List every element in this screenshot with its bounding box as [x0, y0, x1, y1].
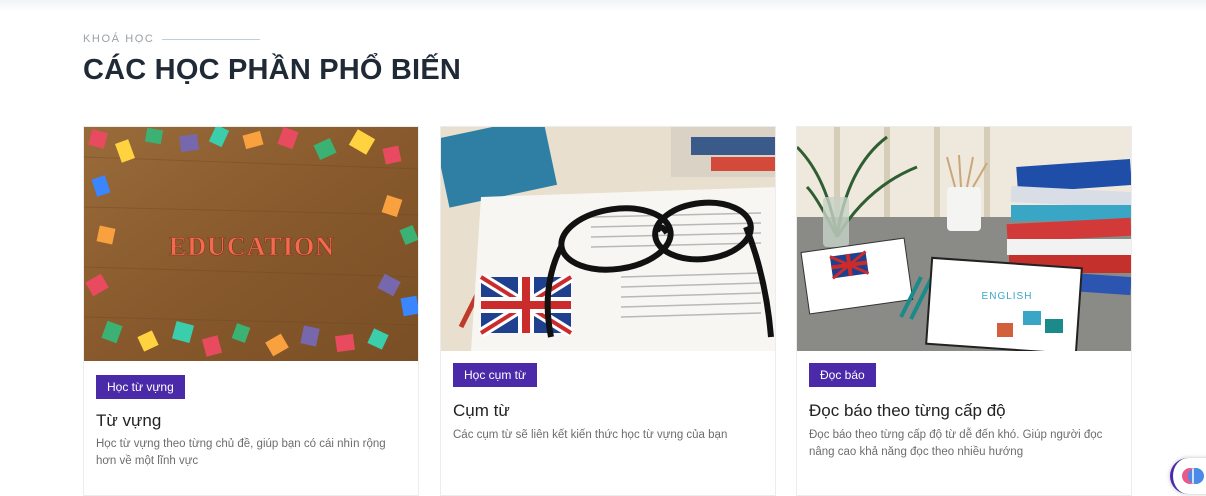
card-tag-phrases[interactable]: Học cụm từ: [453, 363, 538, 387]
section-eyebrow: KHOÁ HỌC: [83, 33, 261, 45]
card-title-vocabulary[interactable]: Từ vựng: [96, 411, 161, 431]
card-image-education[interactable]: EDUCATION: [84, 127, 418, 361]
course-card-vocabulary[interactable]: EDUCATION Học từ vựng Từ vựng Học từ vựn…: [83, 126, 419, 496]
card-tag-vocabulary[interactable]: Học từ vựng: [96, 375, 185, 399]
education-text: EDUCATION: [169, 232, 335, 261]
card-description-vocabulary: Học từ vựng theo từng chủ đề, giúp bạn c…: [96, 438, 386, 467]
education-letters-illustration: EDUCATION: [84, 127, 418, 361]
card-tag-reading[interactable]: Đọc báo: [809, 363, 876, 387]
card-description-reading: Đọc báo theo từng cấp độ từ dễ đến khó. …: [809, 429, 1103, 458]
english-notebook-text: ENGLISH: [982, 291, 1033, 302]
card-title-phrases[interactable]: Cụm từ: [453, 401, 510, 421]
book-glasses-illustration: [441, 127, 775, 351]
eyebrow-divider: [162, 38, 261, 40]
course-card-reading[interactable]: ENGLISH Đọc báo Đọc báo theo từng cấp độ…: [796, 126, 1132, 496]
desk-notebooks-illustration: ENGLISH: [797, 127, 1131, 351]
brain-icon: [1182, 468, 1204, 484]
card-image-reading[interactable]: ENGLISH: [797, 127, 1131, 351]
card-title-reading[interactable]: Đọc báo theo từng cấp độ: [809, 401, 1006, 421]
popular-courses-section: KHOÁ HỌC CÁC HỌC PHẦN PHỔ BIẾN EDUCATION…: [0, 0, 1206, 496]
card-image-phrases[interactable]: [441, 127, 775, 351]
card-description-phrases: Các cụm từ sẽ liên kết kiến thức học từ …: [453, 429, 728, 441]
section-title: CÁC HỌC PHẦN PHỔ BIẾN: [83, 54, 461, 86]
eyebrow-label: KHOÁ HỌC: [83, 33, 155, 45]
course-card-phrases[interactable]: Học cụm từ Cụm từ Các cụm từ sẽ liên kết…: [440, 126, 776, 496]
floating-brain-button[interactable]: [1170, 458, 1206, 494]
